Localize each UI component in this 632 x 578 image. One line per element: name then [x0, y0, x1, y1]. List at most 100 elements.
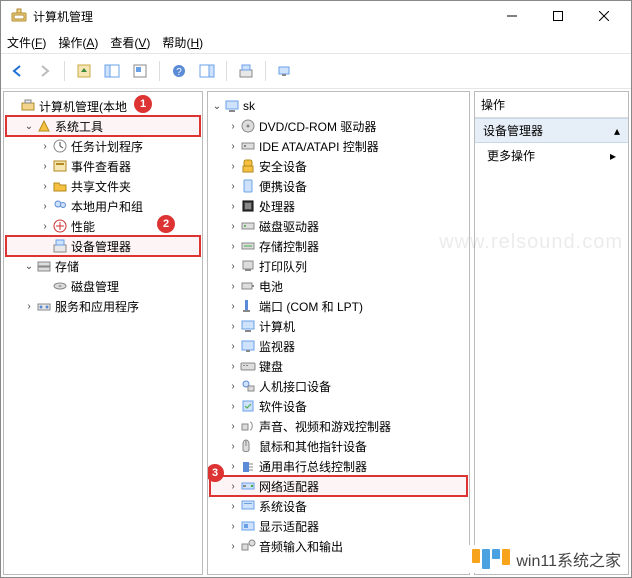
menu-help[interactable]: 帮助(H) [162, 34, 203, 51]
device-category[interactable]: ›安全设备 [210, 156, 467, 176]
device-manager-icon [52, 238, 68, 254]
device-tree-root[interactable]: ⌄ sk [210, 96, 467, 116]
add-legacy-hardware-button[interactable] [273, 59, 297, 83]
minimize-button[interactable] [489, 1, 535, 31]
chevron-right-icon[interactable]: › [226, 181, 240, 192]
collapse-icon[interactable]: ▴ [614, 124, 620, 138]
up-button[interactable] [72, 59, 96, 83]
chevron-down-icon[interactable]: ⌄ [22, 121, 36, 132]
help-button[interactable]: ? [167, 59, 191, 83]
show-hide-tree-button[interactable] [100, 59, 124, 83]
export-button[interactable] [128, 59, 152, 83]
device-category-icon [240, 318, 256, 334]
device-category-label: 端口 (COM 和 LPT) [259, 298, 363, 315]
tree-node-services-apps[interactable]: › 服务和应用程序 [6, 296, 200, 316]
close-button[interactable] [581, 1, 627, 31]
tree-node-system-tools[interactable]: ⌄ 系统工具 [6, 116, 200, 136]
tree-node-shared-folders[interactable]: › 共享文件夹 [6, 176, 200, 196]
toolbar-separator [265, 61, 266, 81]
chevron-right-icon[interactable]: › [226, 401, 240, 412]
chevron-right-icon[interactable]: › [226, 221, 240, 232]
scope-tree[interactable]: 计算机管理(本地 ⌄ 系统工具 › 任务计划程序 › [4, 92, 202, 320]
chevron-right-icon[interactable]: › [38, 221, 52, 232]
chevron-right-icon[interactable]: › [226, 281, 240, 292]
scan-hardware-button[interactable] [234, 59, 258, 83]
device-category[interactable]: ›处理器 [210, 196, 467, 216]
chevron-right-icon[interactable]: › [226, 541, 240, 552]
device-category[interactable]: ›软件设备 [210, 396, 467, 416]
device-category[interactable]: ›声音、视频和游戏控制器 [210, 416, 467, 436]
actions-more[interactable]: 更多操作 ▸ [475, 143, 628, 168]
maximize-button[interactable] [535, 1, 581, 31]
tree-node-task-scheduler[interactable]: › 任务计划程序 [6, 136, 200, 156]
chevron-right-icon[interactable]: › [226, 201, 240, 212]
device-category[interactable]: ›电池 [210, 276, 467, 296]
chevron-down-icon[interactable]: ⌄ [22, 261, 36, 272]
chevron-right-icon[interactable]: › [38, 161, 52, 172]
device-category[interactable]: ›IDE ATA/ATAPI 控制器 [210, 136, 467, 156]
tree-label: 共享文件夹 [71, 178, 131, 195]
chevron-right-icon[interactable]: › [226, 441, 240, 452]
chevron-right-icon[interactable]: › [226, 301, 240, 312]
back-button[interactable] [5, 59, 29, 83]
device-category[interactable]: › 系统设备 [210, 496, 467, 516]
chevron-right-icon[interactable]: › [226, 521, 240, 532]
device-category[interactable]: ›计算机 [210, 316, 467, 336]
menu-file[interactable]: 文件(F) [7, 34, 46, 51]
chevron-right-icon[interactable]: › [226, 161, 240, 172]
tree-node-disk-mgmt[interactable]: 磁盘管理 [6, 276, 200, 296]
tree-node-storage[interactable]: ⌄ 存储 [6, 256, 200, 276]
menu-view[interactable]: 查看(V) [110, 34, 150, 51]
device-category[interactable]: ›通用串行总线控制器 [210, 456, 467, 476]
chevron-right-icon[interactable]: › [226, 381, 240, 392]
device-category[interactable]: ›键盘 [210, 356, 467, 376]
chevron-right-icon[interactable]: › [226, 501, 240, 512]
chevron-right-icon[interactable]: › [226, 481, 240, 492]
chevron-right-icon[interactable]: › [226, 141, 240, 152]
device-category[interactable]: ›打印队列 [210, 256, 467, 276]
device-category[interactable]: › 网络适配器 [210, 476, 467, 496]
actions-section[interactable]: 设备管理器 ▴ [475, 118, 628, 143]
device-category-label: 系统设备 [259, 498, 307, 515]
chevron-down-icon[interactable]: ⌄ [210, 101, 224, 112]
scope-pane[interactable]: 计算机管理(本地 ⌄ 系统工具 › 任务计划程序 › [3, 91, 203, 575]
tree-node-device-manager[interactable]: 设备管理器 [6, 236, 200, 256]
device-category[interactable]: › 端口 (COM 和 LPT) [210, 296, 467, 316]
device-category[interactable]: ›监视器 [210, 336, 467, 356]
svg-text:?: ? [176, 67, 182, 78]
tree-node-local-users[interactable]: › 本地用户和组 [6, 196, 200, 216]
show-hide-action-pane-button[interactable] [195, 59, 219, 83]
device-category[interactable]: › 显示适配器 [210, 516, 467, 536]
chevron-right-icon[interactable]: › [226, 241, 240, 252]
chevron-right-icon[interactable]: › [226, 261, 240, 272]
device-category[interactable]: ›人机接口设备 [210, 376, 467, 396]
device-category[interactable]: ›存储控制器 [210, 236, 467, 256]
device-category[interactable]: ›音频输入和输出 [210, 536, 467, 556]
menu-action[interactable]: 操作(A) [58, 34, 98, 51]
chevron-right-icon[interactable]: › [226, 361, 240, 372]
device-category-label: 显示适配器 [259, 518, 319, 535]
chevron-right-icon[interactable]: › [38, 201, 52, 212]
chevron-right-icon[interactable]: › [226, 461, 240, 472]
chevron-right-icon[interactable]: › [226, 341, 240, 352]
tree-node-event-viewer[interactable]: › 事件查看器 [6, 156, 200, 176]
device-category-label: 网络适配器 [259, 478, 319, 495]
device-category[interactable]: ›磁盘驱动器 [210, 216, 467, 236]
chevron-right-icon[interactable]: › [226, 121, 240, 132]
device-category[interactable]: ›便携设备 [210, 176, 467, 196]
device-category[interactable]: ›DVD/CD-ROM 驱动器 [210, 116, 467, 136]
device-category-icon [240, 418, 256, 434]
chevron-right-icon[interactable]: › [38, 141, 52, 152]
forward-button[interactable] [33, 59, 57, 83]
performance-icon [52, 218, 68, 234]
chevron-right-icon[interactable]: › [22, 301, 36, 312]
chevron-right-icon[interactable]: › [226, 321, 240, 332]
tree-node-root[interactable]: 计算机管理(本地 [6, 96, 200, 116]
chevron-right-icon[interactable]: › [38, 181, 52, 192]
device-tree[interactable]: ⌄ sk ›DVD/CD-ROM 驱动器›IDE ATA/ATAPI 控制器›安… [208, 92, 469, 560]
chevron-right-icon[interactable]: › [226, 421, 240, 432]
result-pane[interactable]: ⌄ sk ›DVD/CD-ROM 驱动器›IDE ATA/ATAPI 控制器›安… [207, 91, 470, 575]
tree-label: 事件查看器 [71, 158, 131, 175]
users-icon [52, 198, 68, 214]
device-category[interactable]: ›鼠标和其他指针设备 [210, 436, 467, 456]
